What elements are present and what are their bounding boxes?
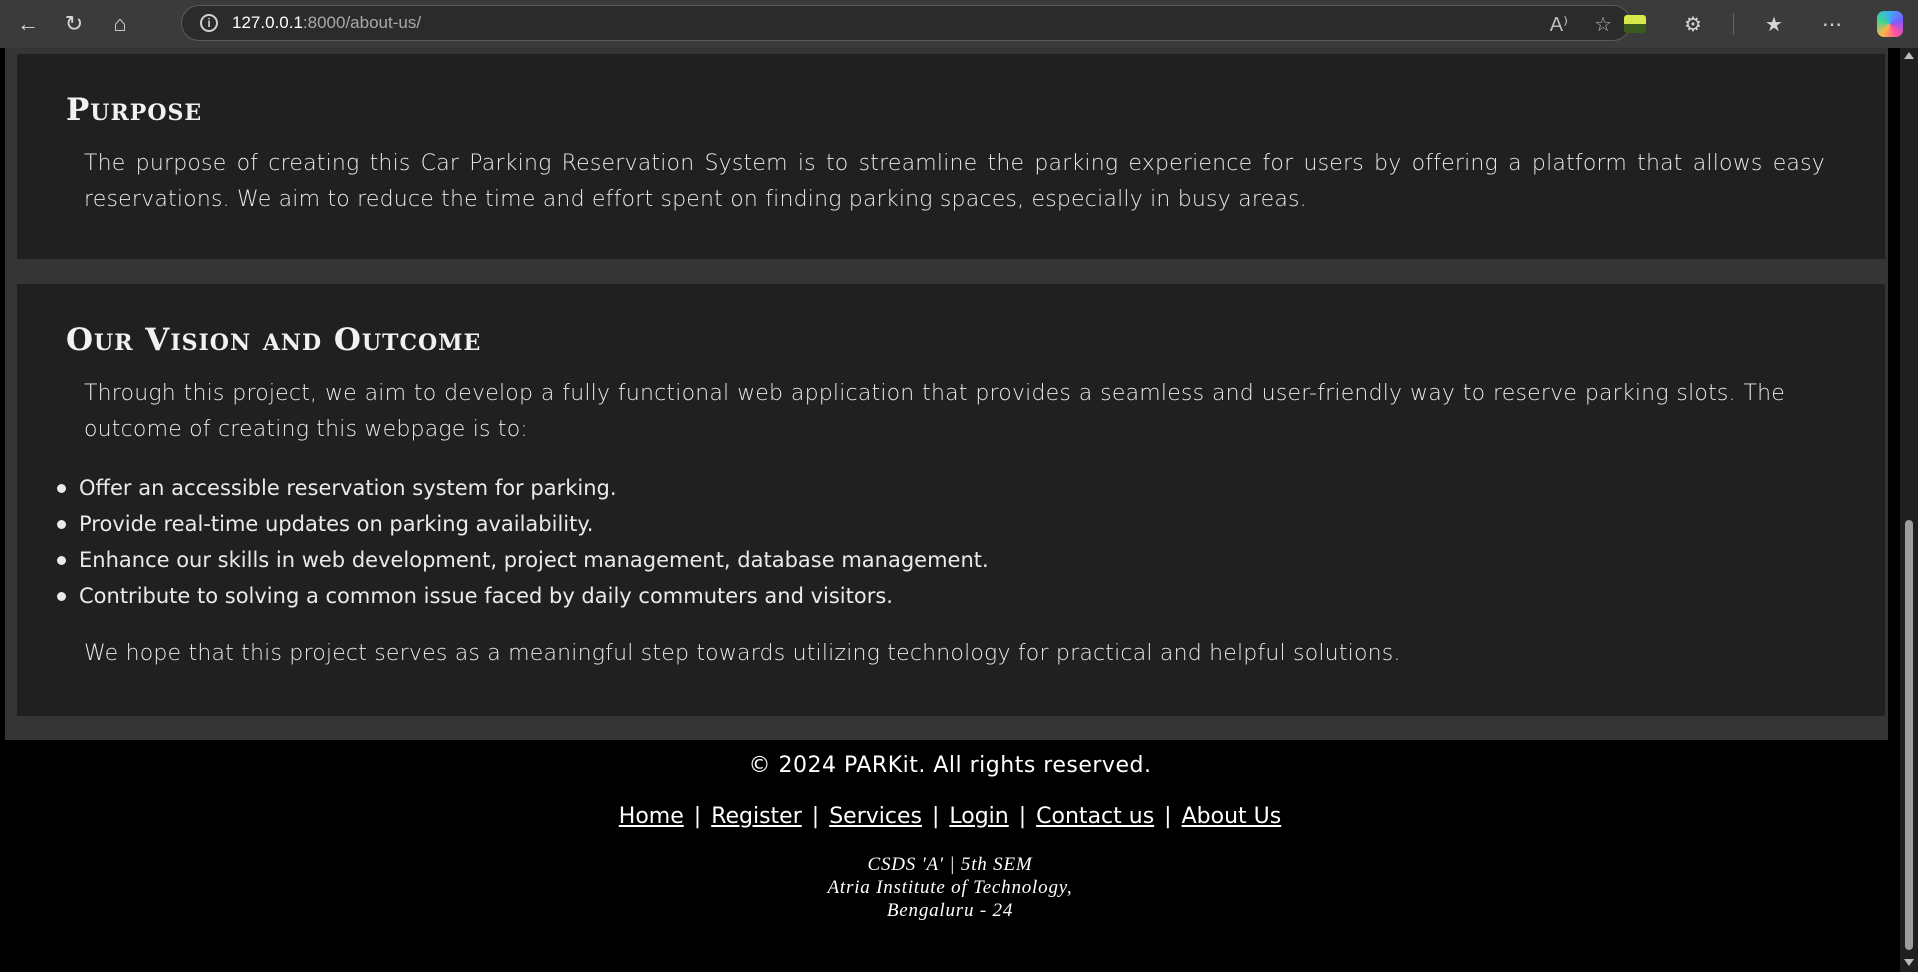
purpose-section: Purpose The purpose of creating this Car… bbox=[17, 54, 1885, 259]
vision-list: Offer an accessible reservation system f… bbox=[49, 470, 1885, 614]
vision-outro: We hope that this project serves as a me… bbox=[84, 641, 1401, 666]
link-separator: | bbox=[811, 804, 820, 829]
link-separator: | bbox=[1164, 804, 1172, 829]
scrollbar-thumb[interactable] bbox=[1905, 520, 1913, 950]
list-item: Enhance our skills in web development, p… bbox=[57, 542, 1885, 578]
footer-link-register[interactable]: Register bbox=[711, 804, 802, 829]
link-separator: | bbox=[931, 804, 940, 829]
vision-heading: Our Vision and Outcome bbox=[66, 322, 482, 358]
address-bar[interactable]: i 127.0.0.1:8000/about-us/ A⁾ ☆ bbox=[181, 5, 1631, 41]
refresh-button[interactable]: ↻ bbox=[56, 6, 92, 42]
favorite-star-icon[interactable]: ☆ bbox=[1594, 12, 1612, 37]
copyright-text: © 2024 PARKit. All rights reserved. bbox=[748, 753, 1152, 778]
site-footer: © 2024 PARKit. All rights reserved. Home… bbox=[0, 753, 1900, 922]
purpose-text: The purpose of creating this Car Parking… bbox=[84, 151, 1825, 212]
institute-line: Atria Institute of Technology, bbox=[827, 877, 1073, 898]
extension-image-icon[interactable] bbox=[1617, 6, 1653, 42]
browser-toolbar: ← ↻ ⌂ i 127.0.0.1:8000/about-us/ A⁾ ☆ ⚙ … bbox=[0, 0, 1918, 48]
copilot-icon[interactable] bbox=[1872, 6, 1908, 42]
footer-link-contact[interactable]: Contact us bbox=[1036, 804, 1154, 829]
list-item: Contribute to solving a common issue fac… bbox=[57, 578, 1885, 614]
footer-link-services[interactable]: Services bbox=[829, 804, 922, 829]
vision-section: Our Vision and Outcome Through this proj… bbox=[17, 284, 1885, 716]
footer-link-login[interactable]: Login bbox=[949, 804, 1008, 829]
favorites-icon[interactable]: ★ bbox=[1756, 6, 1792, 42]
back-button[interactable]: ← bbox=[10, 6, 46, 42]
purpose-heading: Purpose bbox=[66, 92, 203, 128]
footer-links: Home | Register | Services | Login | Contact us |… bbox=[0, 804, 1900, 829]
scroll-down-arrow-icon[interactable] bbox=[1904, 959, 1914, 966]
arrow-left-icon: ← bbox=[17, 11, 39, 36]
footer-link-home[interactable]: Home bbox=[619, 804, 684, 829]
college-info: CSDS 'A' | 5th SEM Atria Institute of Te… bbox=[0, 853, 1900, 922]
home-button[interactable]: ⌂ bbox=[102, 6, 138, 42]
city-line: Bengaluru - 24 bbox=[886, 900, 1014, 921]
vision-intro: Through this project, we aim to develop … bbox=[84, 381, 1785, 442]
home-icon: ⌂ bbox=[113, 11, 127, 36]
url-text: 127.0.0.1:8000/about-us/ bbox=[232, 13, 421, 33]
read-aloud-icon[interactable]: A⁾ bbox=[1550, 12, 1568, 37]
list-item: Provide real-time updates on parking ava… bbox=[57, 506, 1885, 542]
list-item: Offer an accessible reservation system f… bbox=[57, 470, 1885, 506]
site-info-icon[interactable]: i bbox=[200, 14, 218, 32]
footer-link-about[interactable]: About Us bbox=[1182, 804, 1282, 829]
about-content: Purpose The purpose of creating this Car… bbox=[5, 48, 1888, 740]
link-separator: | bbox=[693, 804, 702, 829]
toolbar-divider bbox=[1733, 13, 1734, 35]
extensions-puzzle-icon[interactable]: ⚙ bbox=[1675, 6, 1711, 42]
page-viewport: Purpose The purpose of creating this Car… bbox=[0, 48, 1918, 972]
class-line: CSDS 'A' | 5th SEM bbox=[867, 854, 1033, 875]
refresh-icon: ↻ bbox=[64, 11, 84, 36]
url-path: :8000/about-us/ bbox=[302, 13, 422, 32]
url-host: 127.0.0.1 bbox=[232, 13, 303, 32]
link-separator: | bbox=[1018, 804, 1027, 829]
page-scrollbar[interactable] bbox=[1900, 48, 1918, 972]
scroll-up-arrow-icon[interactable] bbox=[1904, 52, 1914, 59]
more-menu-icon[interactable]: ⋯ bbox=[1814, 6, 1850, 42]
